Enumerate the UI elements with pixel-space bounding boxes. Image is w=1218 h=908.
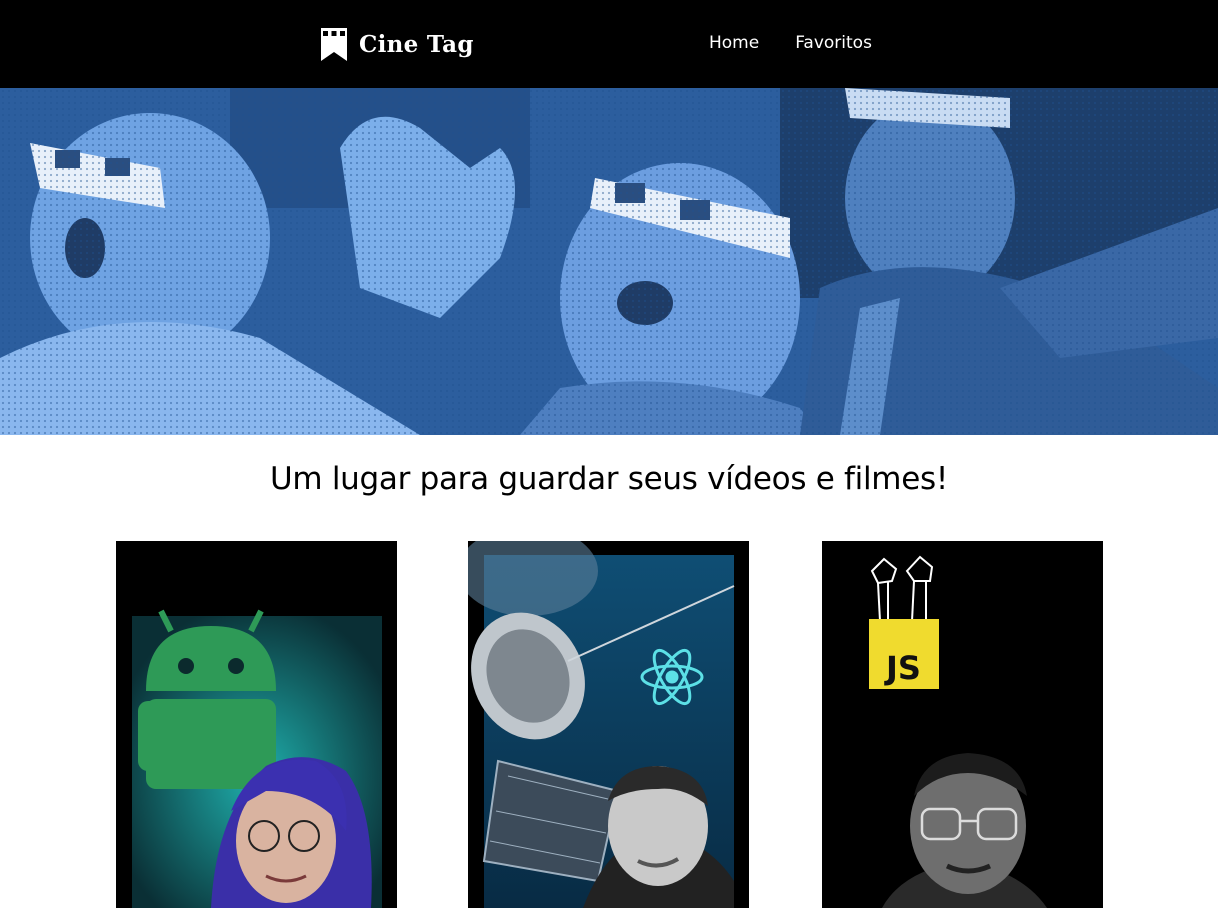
javascript-thumbnail: JS	[822, 541, 1103, 908]
header: Cine Tag Home Favoritos	[0, 0, 1218, 88]
main-nav: Home Favoritos	[709, 33, 872, 53]
hero-banner	[0, 88, 1218, 435]
nav-link-home[interactable]: Home	[709, 33, 759, 53]
react-thumbnail	[468, 541, 749, 908]
svg-text:JS: JS	[884, 649, 921, 687]
bookmark-film-icon	[321, 27, 347, 61]
page-title: Um lugar para guardar seus vídeos e film…	[270, 461, 948, 497]
video-card-react[interactable]	[468, 541, 749, 908]
nav-link-favoritos[interactable]: Favoritos	[795, 33, 872, 53]
js-logo-icon: JS	[869, 619, 939, 689]
logo-text: Cine Tag	[359, 30, 474, 58]
logo[interactable]: Cine Tag	[321, 27, 474, 61]
video-card-android[interactable]	[116, 541, 397, 908]
banner-image	[0, 88, 1218, 435]
android-thumbnail	[116, 541, 397, 908]
video-card-javascript[interactable]: JS	[822, 541, 1103, 908]
